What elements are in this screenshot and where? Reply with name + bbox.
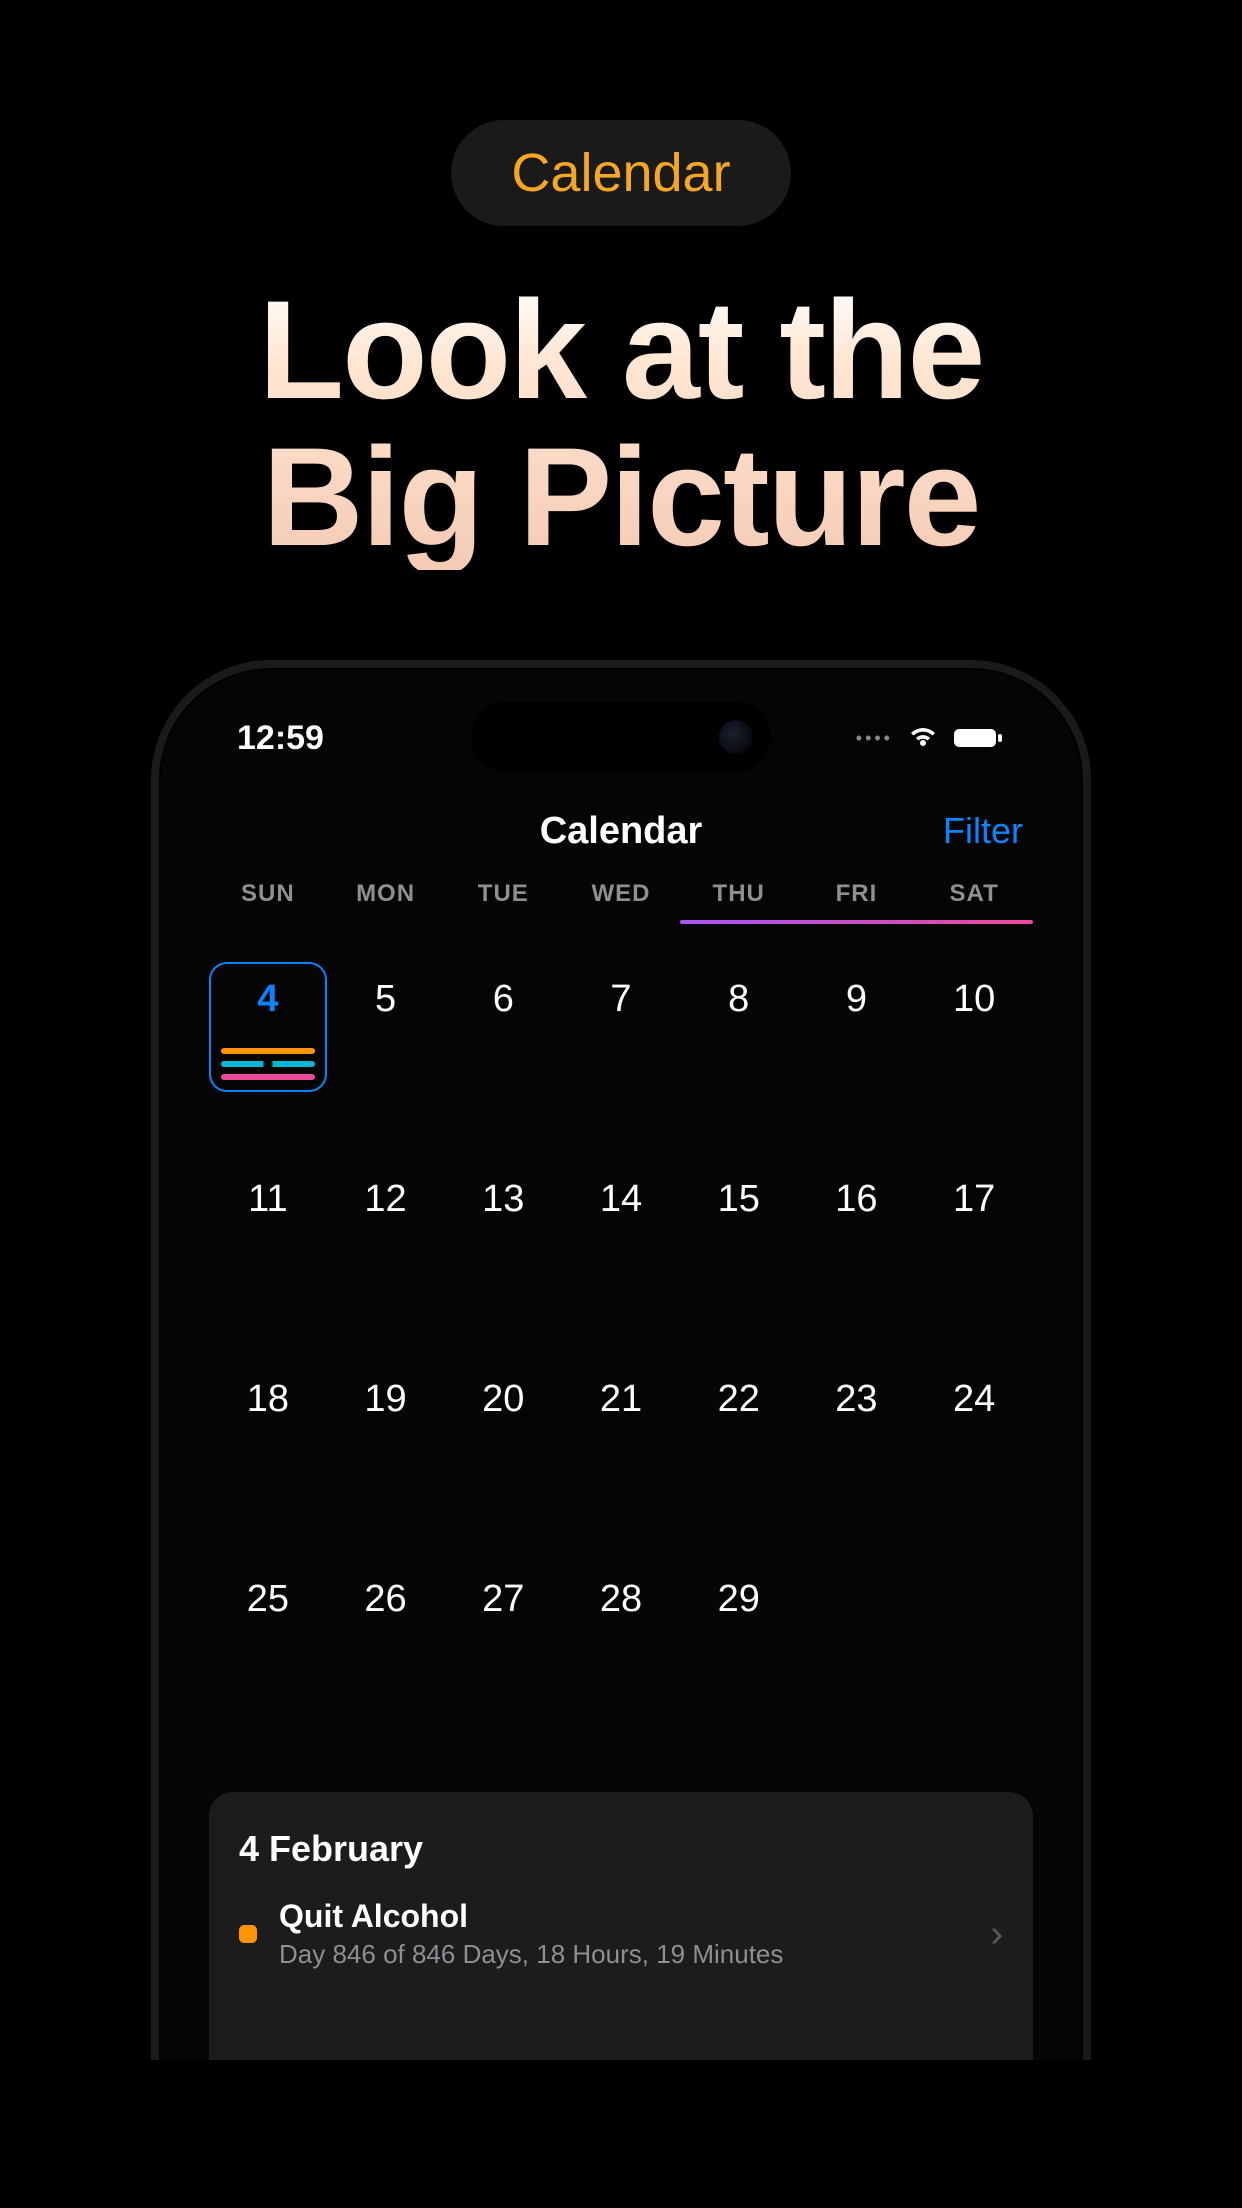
detail-date-label: 4 February — [239, 1828, 1003, 1870]
day-number: 7 — [610, 978, 631, 1021]
event-subtitle: Day 846 of 846 Days, 18 Hours, 19 Minute… — [279, 1939, 968, 1970]
day-cell-16[interactable]: 16 — [798, 1162, 916, 1292]
day-cell-22[interactable]: 22 — [680, 1362, 798, 1492]
weekday-thu: THU — [680, 880, 798, 922]
headline: Look at the Big Picture — [259, 276, 984, 570]
day-number: 29 — [718, 1578, 760, 1621]
event-bar-orange — [221, 1048, 315, 1054]
day-number: 16 — [835, 1178, 877, 1221]
day-cell-20[interactable]: 20 — [444, 1362, 562, 1492]
day-cell-12[interactable]: 12 — [327, 1162, 445, 1292]
event-row[interactable]: Quit Alcohol Day 846 of 846 Days, 18 Hou… — [239, 1898, 1003, 1970]
weekday-mon: MON — [327, 880, 445, 922]
day-number: 22 — [718, 1378, 760, 1421]
day-number: 27 — [482, 1578, 524, 1621]
day-number: 24 — [953, 1378, 995, 1421]
event-bar-teal — [221, 1061, 315, 1067]
week-progress-underline — [680, 920, 1034, 924]
day-cell-7[interactable]: 7 — [562, 962, 680, 1092]
calendar-grid: 4 5 6 7 8 9 10 11 12 13 14 15 16 — [209, 962, 1033, 1692]
day-cell-21[interactable]: 21 — [562, 1362, 680, 1492]
day-cell-18[interactable]: 18 — [209, 1362, 327, 1492]
weekday-header: SUN MON TUE WED THU FRI SAT — [209, 880, 1033, 922]
day-number: 14 — [600, 1178, 642, 1221]
nav-bar: Calendar Filter — [209, 788, 1033, 874]
day-cell-25[interactable]: 25 — [209, 1562, 327, 1692]
status-dots-icon: •••• — [856, 728, 893, 749]
status-right: •••• — [856, 726, 1005, 750]
day-cell-6[interactable]: 6 — [444, 962, 562, 1092]
category-pill: Calendar — [451, 120, 790, 226]
event-color-dot — [239, 1925, 257, 1943]
day-cell-9[interactable]: 9 — [798, 962, 916, 1092]
day-number: 6 — [493, 978, 514, 1021]
event-text: Quit Alcohol Day 846 of 846 Days, 18 Hou… — [279, 1898, 968, 1970]
weekday-wed: WED — [562, 880, 680, 922]
day-cell-8[interactable]: 8 — [680, 962, 798, 1092]
day-detail-panel: 4 February Quit Alcohol Day 846 of 846 D… — [209, 1792, 1033, 2060]
day-number: 9 — [846, 978, 867, 1021]
day-number: 18 — [247, 1378, 289, 1421]
day-cell-13[interactable]: 13 — [444, 1162, 562, 1292]
filter-button[interactable]: Filter — [943, 810, 1023, 852]
nav-title: Calendar — [540, 810, 703, 853]
day-number: 11 — [248, 1178, 287, 1221]
day-number: 25 — [247, 1578, 289, 1621]
day-cell-27[interactable]: 27 — [444, 1562, 562, 1692]
dynamic-island — [471, 702, 771, 772]
weekday-fri: FRI — [798, 880, 916, 922]
day-cell-11[interactable]: 11 — [209, 1162, 327, 1292]
headline-line-1: Look at the — [259, 271, 984, 428]
event-title: Quit Alcohol — [279, 1898, 968, 1935]
day-cell-28[interactable]: 28 — [562, 1562, 680, 1692]
phone-mockup: 12:59 •••• Calendar Filter SUN MON — [151, 660, 1091, 2060]
day-number: 23 — [835, 1378, 877, 1421]
event-bar-pink — [221, 1074, 315, 1080]
weekday-sun: SUN — [209, 880, 327, 922]
day-number: 10 — [953, 978, 995, 1021]
weekday-tue: TUE — [444, 880, 562, 922]
day-number: 21 — [600, 1378, 642, 1421]
day-number: 13 — [482, 1178, 524, 1221]
day-number: 12 — [364, 1178, 406, 1221]
day-cell-15[interactable]: 15 — [680, 1162, 798, 1292]
day-cell-19[interactable]: 19 — [327, 1362, 445, 1492]
day-cell-17[interactable]: 17 — [915, 1162, 1033, 1292]
day-number: 5 — [375, 978, 396, 1021]
battery-icon — [953, 726, 1005, 750]
day-event-bars — [221, 1048, 315, 1080]
phone-frame: 12:59 •••• Calendar Filter SUN MON — [151, 660, 1091, 2060]
day-cell-29[interactable]: 29 — [680, 1562, 798, 1692]
day-number: 20 — [482, 1378, 524, 1421]
chevron-right-icon: › — [990, 1913, 1003, 1956]
day-cell-4[interactable]: 4 — [209, 962, 327, 1092]
day-cell-5[interactable]: 5 — [327, 962, 445, 1092]
day-cell-26[interactable]: 26 — [327, 1562, 445, 1692]
day-number: 28 — [600, 1578, 642, 1621]
pill-label: Calendar — [511, 143, 730, 203]
camera-icon — [719, 720, 753, 754]
day-number: 19 — [364, 1378, 406, 1421]
day-cell-23[interactable]: 23 — [798, 1362, 916, 1492]
day-cell-14[interactable]: 14 — [562, 1162, 680, 1292]
wifi-icon — [907, 726, 939, 750]
day-cell-10[interactable]: 10 — [915, 962, 1033, 1092]
day-number: 15 — [718, 1178, 760, 1221]
weekday-sat: SAT — [915, 880, 1033, 922]
day-number: 4 — [257, 978, 278, 1021]
day-number: 17 — [953, 1178, 995, 1221]
day-cell-24[interactable]: 24 — [915, 1362, 1033, 1492]
day-number: 26 — [364, 1578, 406, 1621]
day-number: 8 — [728, 978, 749, 1021]
app-store-promo-page: Calendar Look at the Big Picture 12:59 •… — [0, 0, 1242, 2208]
status-time: 12:59 — [237, 719, 324, 758]
headline-line-2: Big Picture — [262, 418, 979, 575]
